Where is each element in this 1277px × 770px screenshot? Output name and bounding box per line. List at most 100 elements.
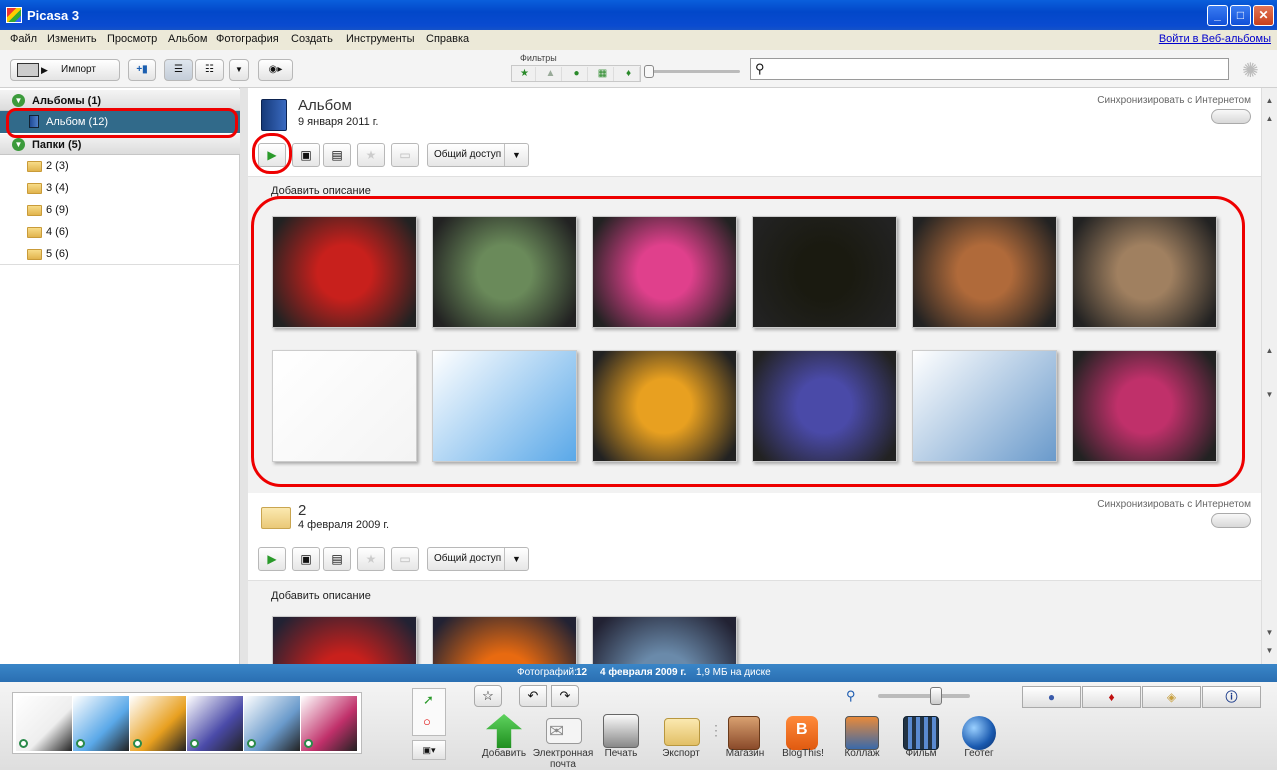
tray-thumbnail[interactable] [16,696,72,751]
thumbnail-size-slider[interactable] [878,694,970,698]
places-panel-button[interactable]: ♦ [1082,686,1141,708]
save-button[interactable]: ▭ [391,143,419,167]
menu-photo[interactable]: Фотография [216,33,279,45]
slideshow-button[interactable]: ▶ [258,547,286,571]
photo-thumbnail[interactable] [272,616,417,664]
selected-dot-icon [133,739,142,748]
add-to-movie-button[interactable]: ▤ [323,547,351,571]
minimize-button[interactable]: _ [1207,5,1228,26]
blogger-icon[interactable]: B [786,716,818,750]
tree-view-button[interactable]: ☷ [195,59,224,81]
photo-thumbnail[interactable] [272,350,417,462]
tray-thumbnail[interactable] [244,696,300,751]
export-folder-icon[interactable] [664,718,700,746]
photo-thumbnail[interactable] [592,216,737,328]
close-button[interactable]: ✕ [1253,5,1274,26]
scroll-top-icon[interactable]: ▲ [1263,94,1276,108]
face-filter-icon[interactable]: ● [566,67,588,81]
add-to-movie-button[interactable]: ▤ [323,143,351,167]
add-to-collage-button[interactable]: ▣ [292,143,320,167]
scroll-down-icon[interactable]: ▼ [1263,626,1276,640]
scroll-up-icon[interactable]: ▲ [1263,344,1276,358]
tray-thumbnail[interactable] [301,696,357,751]
sync-toggle[interactable] [1211,513,1251,528]
shop-icon[interactable] [728,716,760,750]
photo-thumbnail[interactable] [1072,350,1217,462]
star-filter-icon[interactable]: ★ [514,67,536,81]
photo-thumbnail[interactable] [912,350,1057,462]
menu-album[interactable]: Альбом [168,33,207,45]
people-button[interactable]: ◉▸ [258,59,293,81]
share-dropdown-icon[interactable]: ▼ [504,548,528,570]
scroll-down-icon[interactable]: ▼ [1263,388,1276,402]
info-panel-button[interactable]: ⓘ [1202,686,1261,708]
printer-icon[interactable] [603,714,639,748]
rotate-left-button[interactable]: ↶ [519,685,547,707]
photo-thumbnail[interactable] [272,216,417,328]
photo-thumbnail[interactable] [912,216,1057,328]
sidebar-folder-item[interactable]: 5 (6) [0,243,240,265]
date-slider-track[interactable] [645,70,740,73]
menu-create[interactable]: Создать [291,33,333,45]
star-button[interactable]: ★ [357,143,385,167]
photo-thumbnail[interactable] [592,350,737,462]
tray-thumbnail[interactable] [73,696,129,751]
menu-file[interactable]: Файл [10,33,37,45]
star-photo-button[interactable]: ☆ [474,685,502,707]
list-view-button[interactable]: ☰ [164,59,193,81]
sidebar-folder-item[interactable]: 3 (4) [0,177,240,199]
sidebar-folder-item[interactable]: 4 (6) [0,221,240,243]
video-filter-icon[interactable]: ▦ [592,67,614,81]
rotate-right-button[interactable]: ↷ [551,685,579,707]
photo-thumbnail[interactable] [752,216,897,328]
people-panel-button[interactable]: ● [1022,686,1081,708]
add-to-collage-button[interactable]: ▣ [292,547,320,571]
main-scrollbar[interactable]: ▲ ▲ ▲ ▼ ▼ ▼ [1261,88,1277,664]
panel-splitter[interactable] [240,88,248,664]
tray-album-dropdown[interactable]: ▣▾ [412,740,446,760]
sync-toggle[interactable] [1211,109,1251,124]
share-dropdown-icon[interactable]: ▼ [504,144,528,166]
collage-icon[interactable] [845,716,879,750]
tray-thumbnail[interactable] [187,696,243,751]
add-album-button[interactable]: +▮ [128,59,156,81]
tags-panel-button[interactable]: ◈ [1142,686,1201,708]
geotag-filter-icon[interactable]: ♦ [618,67,640,81]
search-input[interactable]: ⚲ [750,58,1229,80]
movie-icon[interactable] [903,716,939,750]
photo-thumbnail[interactable] [752,350,897,462]
sidebar-folder-item[interactable]: 6 (9) [0,199,240,221]
photo-thumbnail[interactable] [432,350,577,462]
menu-view[interactable]: Просмотр [107,33,157,45]
star-button[interactable]: ★ [357,547,385,571]
save-button[interactable]: ▭ [391,547,419,571]
photo-thumbnail[interactable] [432,616,577,664]
section-date: 9 января 2011 г. [298,116,379,128]
sidebar-folder-item[interactable]: 2 (3) [0,155,240,177]
upload-icon[interactable] [486,714,522,748]
add-description[interactable]: Добавить описание [271,590,371,602]
tray-thumbnail[interactable] [130,696,186,751]
share-button[interactable]: Общий доступ ▼ [427,143,529,167]
clear-selection-icon[interactable]: ○ [423,714,431,729]
scroll-up-icon[interactable]: ▲ [1263,112,1276,126]
thumbnail-size-handle[interactable] [930,687,942,705]
hold-pin-icon[interactable]: ➚ [423,692,434,708]
scroll-bottom-icon[interactable]: ▼ [1263,644,1276,658]
menu-help[interactable]: Справка [426,33,469,45]
import-button[interactable]: ▶ Импорт [10,59,120,81]
email-icon[interactable]: ✉ [546,718,582,744]
view-dropdown-button[interactable]: ▼ [229,59,249,81]
upload-filter-icon[interactable]: ▲ [540,67,562,81]
photo-thumbnail[interactable] [432,216,577,328]
share-button[interactable]: Общий доступ ▼ [427,547,529,571]
camera-icon [17,63,39,77]
menu-edit[interactable]: Изменить [47,33,97,45]
photo-thumbnail[interactable] [1072,216,1217,328]
geotag-globe-icon[interactable] [962,716,996,750]
web-albums-link[interactable]: Войти в Веб-альбомы [1159,33,1271,45]
date-slider-handle[interactable] [644,65,654,78]
photo-thumbnail[interactable] [592,616,737,664]
menu-tools[interactable]: Инструменты [346,33,415,45]
maximize-button[interactable]: □ [1230,5,1251,26]
